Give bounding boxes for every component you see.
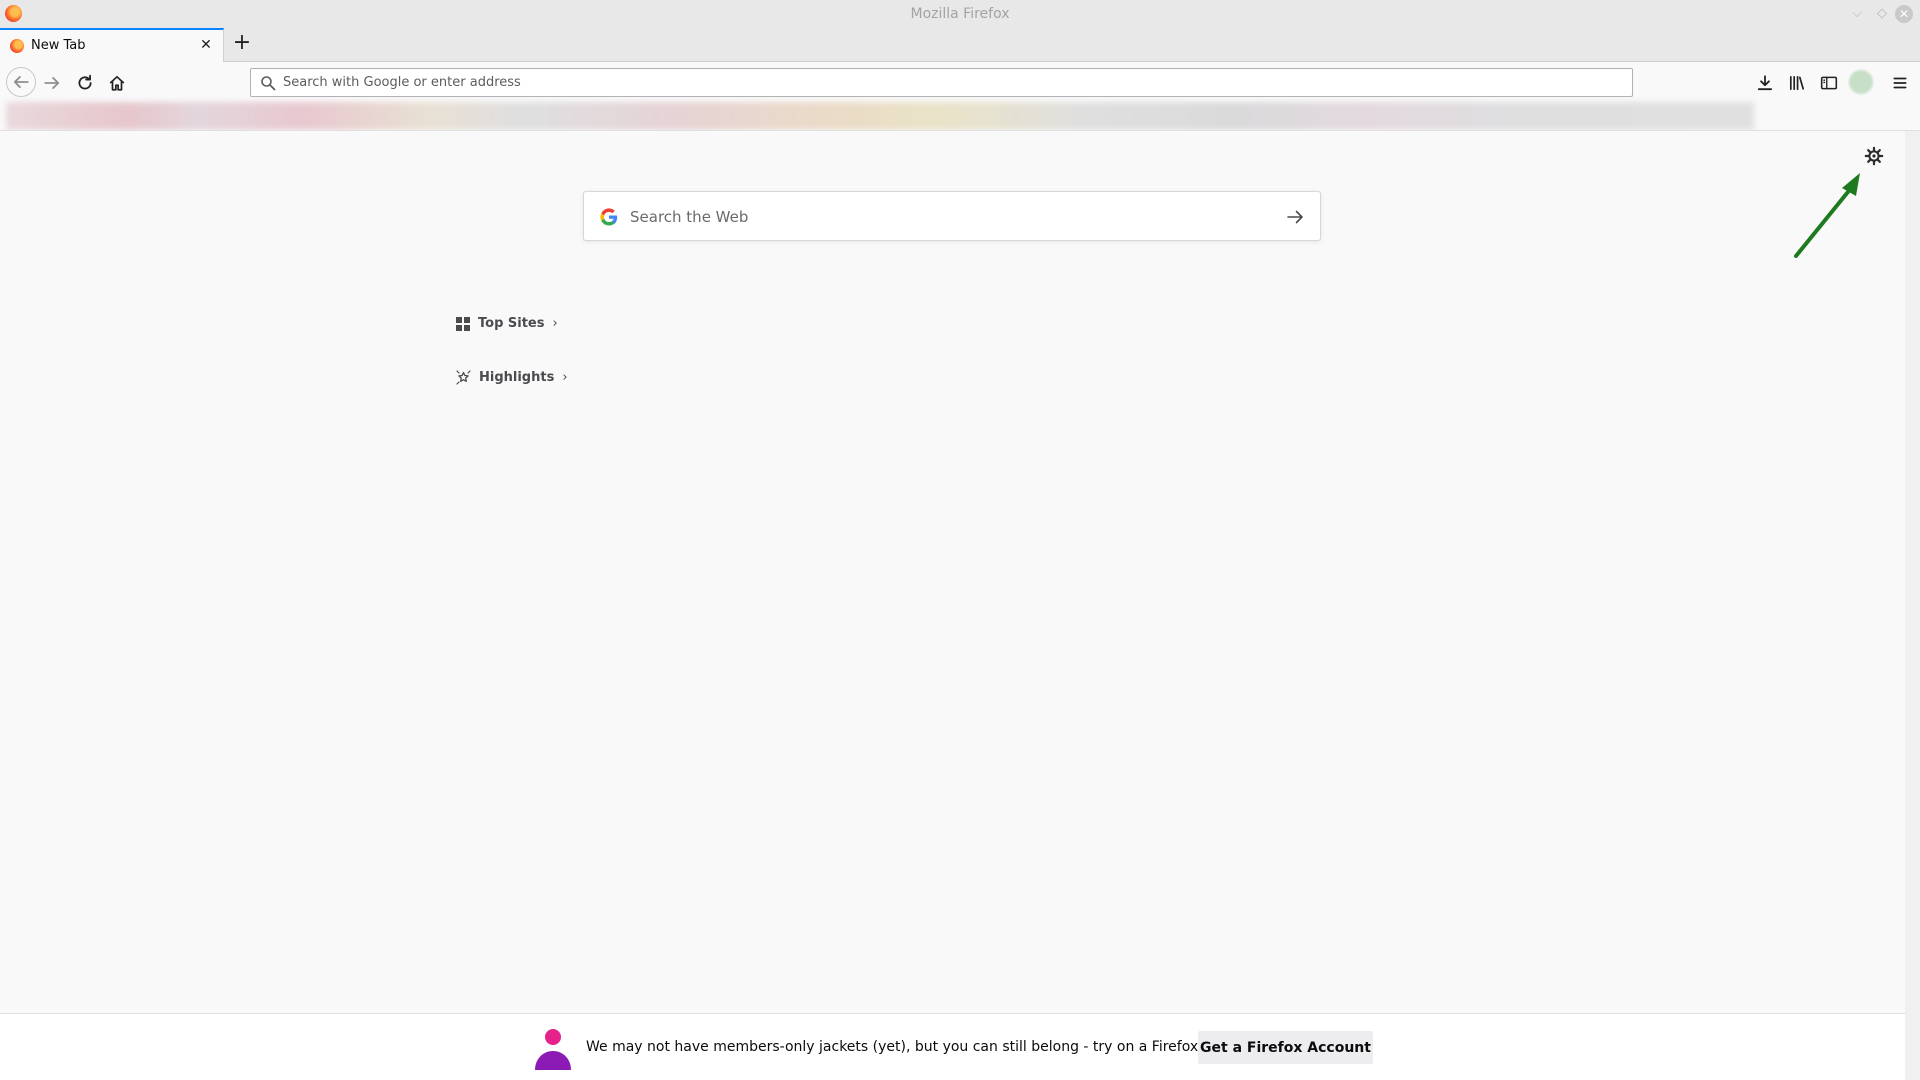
highlights-heading[interactable]: Highlights › xyxy=(456,370,568,385)
search-go-arrow-icon[interactable] xyxy=(1284,206,1306,228)
chevron-right-icon: › xyxy=(552,316,558,331)
library-icon xyxy=(1789,75,1805,91)
tab-label: New Tab xyxy=(31,38,86,53)
chevron-right-icon: › xyxy=(562,370,568,385)
google-logo-icon xyxy=(600,208,618,226)
minimize-button[interactable]: ⌵ xyxy=(1847,4,1867,24)
bookmarks-toolbar xyxy=(6,102,1754,130)
snippet-text: We may not have members-only jackets (ye… xyxy=(586,1039,1264,1055)
window-titlebar: Mozilla Firefox ⌵ ◇ ✕ xyxy=(0,0,1920,28)
tab-strip: New Tab ✕ + xyxy=(0,28,1920,63)
top-sites-heading[interactable]: Top Sites › xyxy=(456,316,558,331)
window-close-button[interactable]: ✕ xyxy=(1895,5,1913,23)
home-button[interactable] xyxy=(103,69,131,97)
firefox-icon xyxy=(10,39,24,53)
reload-button[interactable] xyxy=(71,69,99,97)
library-button[interactable] xyxy=(1783,69,1811,97)
reload-icon xyxy=(78,74,92,90)
new-tab-button[interactable]: + xyxy=(230,32,254,56)
back-icon xyxy=(13,76,29,88)
menu-icon xyxy=(1893,77,1907,89)
window-title: Mozilla Firefox xyxy=(910,6,1010,22)
person-icon xyxy=(535,1029,571,1070)
forward-button[interactable] xyxy=(38,69,66,97)
downloads-button[interactable] xyxy=(1751,69,1779,97)
search-icon xyxy=(261,76,276,91)
tab-new-tab[interactable]: New Tab ✕ xyxy=(0,28,224,63)
get-firefox-account-button[interactable]: Get a Firefox Account xyxy=(1198,1031,1373,1064)
sidebar-icon xyxy=(1820,76,1838,90)
scrollbar[interactable] xyxy=(1905,131,1920,1080)
grid-icon xyxy=(456,316,470,331)
top-sites-label: Top Sites xyxy=(478,316,545,331)
navigation-toolbar xyxy=(0,62,1920,102)
highlights-label: Highlights xyxy=(479,370,555,385)
snippet-banner: We may not have members-only jackets (ye… xyxy=(0,1013,1905,1080)
account-avatar[interactable] xyxy=(1849,70,1873,94)
download-icon xyxy=(1757,75,1773,91)
open-menu-button[interactable] xyxy=(1886,69,1914,97)
new-tab-page xyxy=(0,131,1905,1013)
address-bar[interactable] xyxy=(250,68,1633,97)
highlights-icon xyxy=(456,370,471,385)
address-input[interactable] xyxy=(283,72,1613,93)
back-button[interactable] xyxy=(6,67,36,97)
tab-close-button[interactable]: ✕ xyxy=(197,36,215,54)
maximize-button[interactable]: ◇ xyxy=(1872,4,1892,24)
web-search-input[interactable] xyxy=(630,205,1250,229)
home-icon xyxy=(109,75,125,91)
forward-icon xyxy=(44,77,60,89)
web-search-box[interactable] xyxy=(583,191,1321,241)
annotation-arrow xyxy=(1794,173,1860,258)
sidebar-button[interactable] xyxy=(1815,69,1843,97)
